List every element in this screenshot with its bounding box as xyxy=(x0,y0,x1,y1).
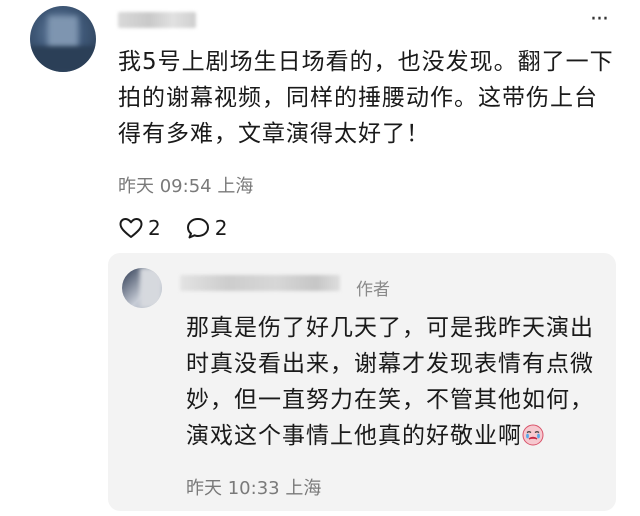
author-badge: 作者 xyxy=(356,280,390,300)
author-name-blurred[interactable] xyxy=(180,275,340,291)
comment-actions: 2 2 xyxy=(118,213,251,243)
like-count: 2 xyxy=(148,216,161,240)
comment-bubble-icon xyxy=(186,218,209,239)
heart-icon xyxy=(119,218,143,238)
more-options-button[interactable]: ··· xyxy=(586,9,612,31)
author-avatar[interactable] xyxy=(122,268,162,308)
reply-timestamp: 昨天 10:33 上海 xyxy=(186,478,322,499)
commenter-name-blurred[interactable] xyxy=(118,12,196,28)
reply-count: 2 xyxy=(214,216,228,240)
reply-text: 那真是伤了好几天了，可是我昨天演出时真没看出来，谢幕才发现表情有点微妙，但一直努… xyxy=(186,310,596,454)
like-button[interactable]: 2 xyxy=(118,216,161,240)
commenter-avatar[interactable] xyxy=(30,6,96,72)
crying-face-icon xyxy=(522,424,544,446)
comment-timestamp: 昨天 09:54 上海 xyxy=(118,176,254,197)
comment-text: 我5号上剧场生日场看的，也没发现。翻了一下拍的谢幕视频，同样的捶腰动作。这带伤上… xyxy=(118,49,614,147)
reply-button[interactable]: 2 xyxy=(185,216,228,240)
